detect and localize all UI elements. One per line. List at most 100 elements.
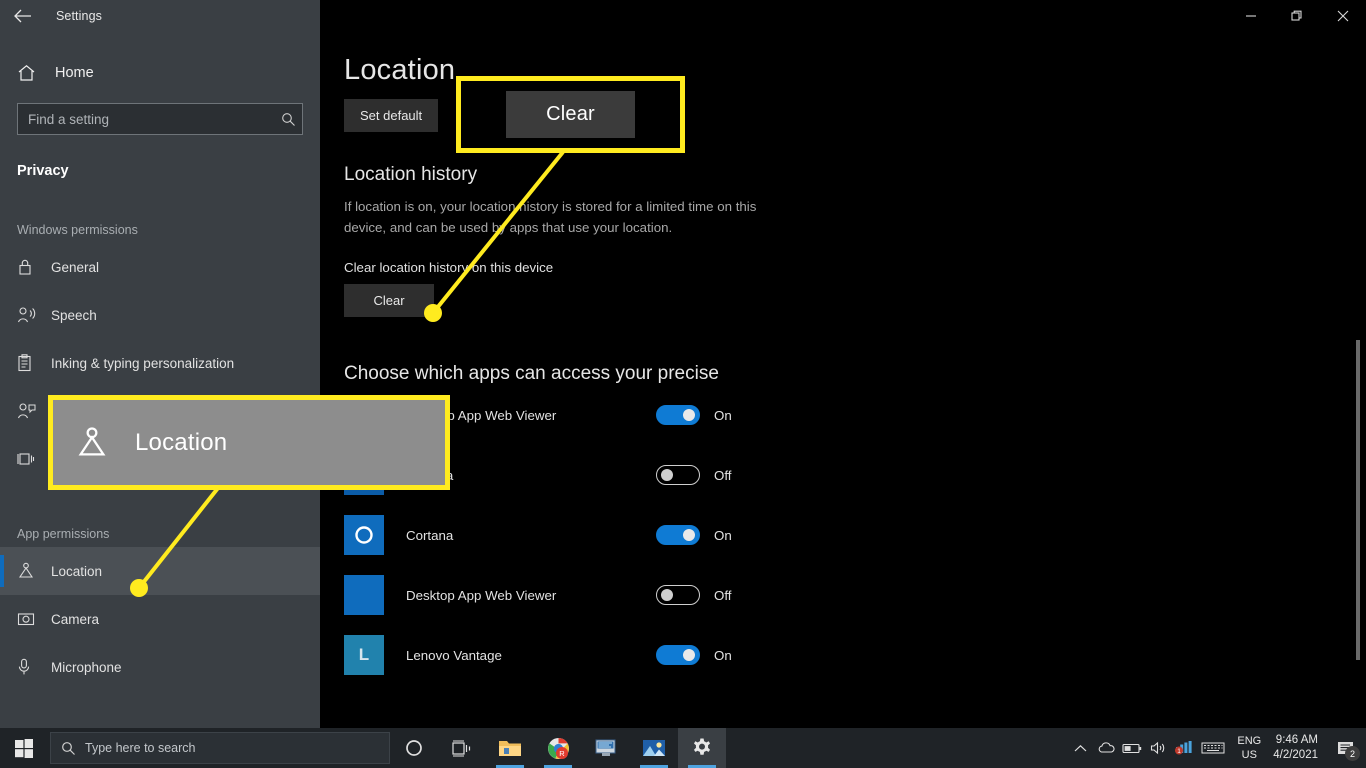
sidebar-item-location[interactable]: Location <box>0 547 320 595</box>
file-explorer-icon[interactable] <box>486 728 534 768</box>
app-name: Lenovo Vantage <box>406 647 502 663</box>
app-permission-state: Off <box>714 467 732 483</box>
task-view-icon[interactable] <box>438 728 486 768</box>
sidebar-item-label: Location <box>51 563 103 579</box>
start-button[interactable] <box>0 728 48 768</box>
chrome-icon[interactable]: R <box>534 728 582 768</box>
search-input[interactable] <box>18 111 274 127</box>
show-hidden-icons[interactable] <box>1067 728 1093 768</box>
app-permission-state: On <box>714 527 732 543</box>
keyboard-icon[interactable] <box>1197 728 1229 768</box>
app-name: Cortana <box>406 527 454 543</box>
lenovo-tile-icon: L <box>344 635 384 675</box>
toggle-knob <box>683 649 695 661</box>
search-icon[interactable] <box>274 112 302 127</box>
clock-date: 4/2/2021 <box>1273 749 1318 761</box>
clipboard-icon <box>17 354 51 372</box>
apps-access-heading: Choose which apps can access your precis… <box>344 363 719 384</box>
title-bar-left: Settings <box>0 0 320 32</box>
sidebar-item-general[interactable]: General <box>0 243 320 291</box>
location-history-heading: Location history <box>344 164 478 185</box>
search-box[interactable] <box>17 103 303 135</box>
callout-clear-label: Clear <box>506 91 635 138</box>
content-scrollbar[interactable] <box>1356 340 1360 660</box>
feedback-icon <box>17 402 51 420</box>
app-permission-row: Camera Off <box>344 445 1366 505</box>
toggle-knob <box>661 469 673 481</box>
sidebar-group-app-permissions: App permissions <box>17 527 110 541</box>
toggle-knob <box>683 409 695 421</box>
app-permission-toggle[interactable] <box>656 405 700 425</box>
photos-icon[interactable] <box>630 728 678 768</box>
camera-icon <box>17 611 51 627</box>
clock-time: 9:46 AM <box>1275 734 1318 746</box>
app-permission-state: Off <box>714 587 732 603</box>
network-badge-count: 1 <box>1178 748 1182 755</box>
sidebar-item-label: Speech <box>51 307 97 323</box>
app-tile-icon <box>344 575 384 615</box>
app-permission-state: On <box>714 647 732 663</box>
sidebar-item-label: Camera <box>51 611 100 627</box>
app-permission-toggle[interactable] <box>656 585 700 605</box>
sidebar-group-windows-permissions: Windows permissions <box>17 223 138 237</box>
title-bar: Settings <box>0 0 1366 32</box>
app-permission-toggle[interactable] <box>656 645 700 665</box>
settings-window: Settings Home Find a setting Privacy Win… <box>0 0 1366 768</box>
app-name: Desktop App Web Viewer <box>406 587 557 603</box>
home-icon <box>17 64 47 82</box>
set-default-button[interactable]: Set default <box>344 99 439 132</box>
sidebar-item-speech[interactable]: Speech <box>0 291 320 339</box>
window-title: Settings <box>56 9 102 23</box>
network-icon[interactable]: 1 <box>1171 728 1197 768</box>
app-permission-toggle[interactable] <box>656 525 700 545</box>
sidebar-section-privacy: Privacy <box>17 163 69 179</box>
taskbar: Type here to search R 1 ENG US 9:46 AM 4… <box>0 728 1366 768</box>
settings-gear-icon[interactable] <box>678 728 726 768</box>
svg-text:R: R <box>559 749 565 758</box>
clear-button-row: Clear <box>344 284 1366 317</box>
language-indicator[interactable]: ENG US <box>1229 734 1269 762</box>
app-permission-row: Cortana On <box>344 505 1366 565</box>
sidebar-item-label: Inking & typing personalization <box>51 355 235 371</box>
cortana-tile-icon <box>344 515 384 555</box>
system-tray: 1 ENG US 9:46 AM 4/2/2021 2 <box>1067 728 1366 768</box>
volume-icon[interactable] <box>1145 728 1171 768</box>
clear-history-label: Clear location history on this device <box>344 260 554 275</box>
window-controls <box>1228 0 1366 32</box>
sidebar-item-camera[interactable]: Camera <box>0 595 320 643</box>
app-permission-row: Desktop App Web Viewer Off <box>344 565 1366 625</box>
maximize-restore-button[interactable] <box>1274 0 1320 32</box>
sidebar-item-microphone[interactable]: Microphone <box>0 643 320 691</box>
cortana-taskbar-icon[interactable] <box>390 728 438 768</box>
callout-location-nav: Location <box>48 395 450 490</box>
taskbar-search-box[interactable]: Type here to search <box>50 732 390 764</box>
home-label: Home <box>55 65 94 81</box>
sidebar-item-label: General <box>51 259 100 275</box>
clear-history-button[interactable]: Clear <box>344 284 434 317</box>
app-permission-state: On <box>714 407 732 423</box>
sidebar: Home Privacy Windows permissions General <box>0 32 320 738</box>
notification-badge: 2 <box>1345 746 1360 761</box>
location-history-description: If location is on, your location history… <box>344 199 757 235</box>
back-arrow-icon[interactable] <box>0 0 46 32</box>
close-button[interactable] <box>1320 0 1366 32</box>
sidebar-item-home[interactable]: Home <box>0 53 320 93</box>
app-permission-row: Desktop App Web Viewer On <box>344 385 1366 445</box>
language-line-2: US <box>1241 749 1257 761</box>
taskbar-search-placeholder: Type here to search <box>85 741 196 755</box>
onedrive-icon[interactable] <box>1093 728 1119 768</box>
sidebar-item-inking[interactable]: Inking & typing personalization <box>0 339 320 387</box>
microphone-icon <box>17 658 51 676</box>
activity-icon <box>17 450 51 468</box>
remote-desktop-icon[interactable] <box>582 728 630 768</box>
language-line-1: ENG <box>1237 735 1262 747</box>
minimize-button[interactable] <box>1228 0 1274 32</box>
lock-icon <box>17 258 51 276</box>
app-permission-toggle[interactable] <box>656 465 700 485</box>
action-center-icon[interactable]: 2 <box>1328 728 1362 768</box>
location-icon <box>17 562 51 580</box>
clock[interactable]: 9:46 AM 4/2/2021 <box>1269 733 1328 763</box>
location-icon <box>75 426 109 460</box>
toggle-knob <box>683 529 695 541</box>
battery-icon[interactable] <box>1119 728 1145 768</box>
